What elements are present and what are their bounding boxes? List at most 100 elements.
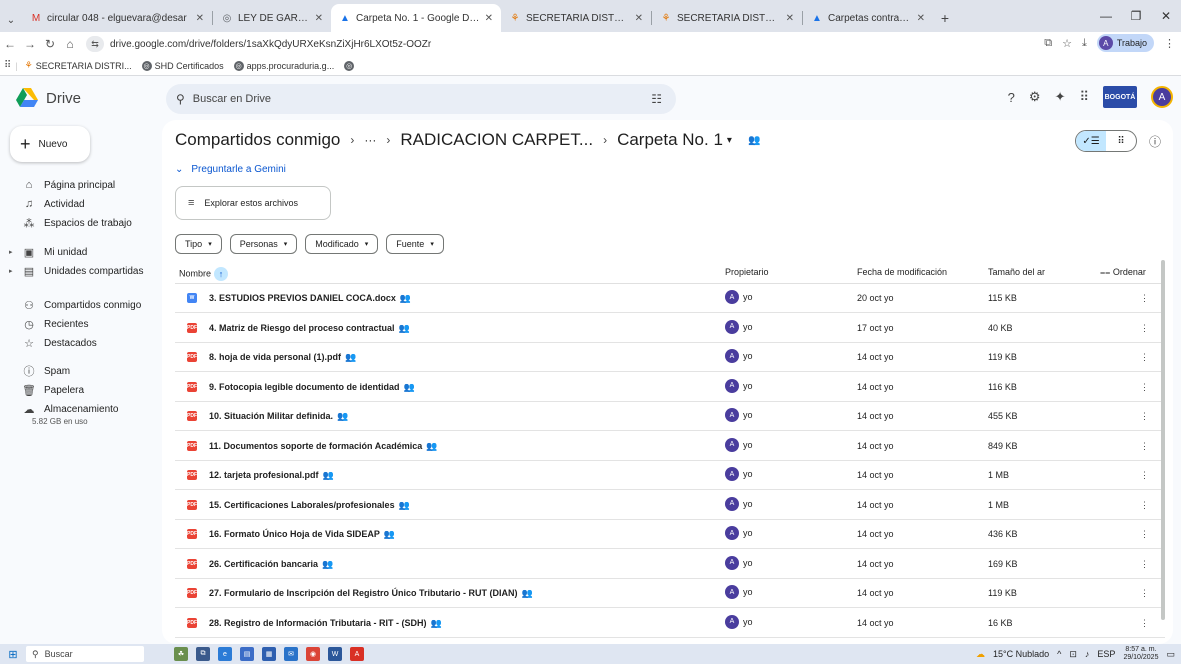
sidebar-item-clock[interactable]: ◷ Recientes (0, 315, 160, 333)
sidebar-item-my-drive[interactable]: ▸ ▣ Mi unidad (0, 243, 160, 261)
expand-caret-icon[interactable]: ▸ (9, 267, 13, 275)
more-actions-icon[interactable]: ⋮ (1140, 352, 1149, 363)
weather-icon[interactable]: ☁ (976, 649, 985, 660)
file-row[interactable]: PDF 28. Registro de Información Tributar… (175, 609, 1165, 638)
close-tab-icon[interactable]: ✕ (315, 13, 323, 24)
file-name[interactable]: 4. Matriz de Riesgo del proceso contract… (209, 323, 410, 334)
more-actions-icon[interactable]: ⋮ (1140, 441, 1149, 452)
file-row[interactable]: PDF 15. Certificaciones Laborales/profes… (175, 491, 1165, 520)
url-text[interactable]: drive.google.com/drive/folders/1saXkQdyU… (110, 39, 431, 50)
drive-search-bar[interactable]: ⚲ Buscar en Drive ☷ (166, 84, 676, 114)
more-actions-icon[interactable]: ⋮ (1140, 618, 1149, 629)
apps-grid-icon[interactable]: ⠿ (4, 60, 11, 71)
sidebar-item-star[interactable]: ☆ Destacados (0, 334, 160, 352)
sidebar-item-trash[interactable]: 🗑 Papelera (0, 381, 160, 399)
browser-tab[interactable]: ⚘ SECRETARIA DISTRITAL DE DESA ✕ (501, 4, 651, 32)
store-icon[interactable]: ▦ (262, 647, 276, 661)
bookmark-star-icon[interactable]: ☆ (1062, 37, 1072, 50)
file-name[interactable]: 16. Formato Único Hoja de Vida SIDEAP 👥 (209, 529, 395, 540)
cast-icon[interactable]: ⧉ (1044, 37, 1052, 50)
browser-tab[interactable]: ◎ LEY DE GARANTIAS ✕ (213, 4, 331, 32)
minimize-icon[interactable]: — (1091, 9, 1121, 23)
sidebar-item-home[interactable]: ⌂ Página principal (0, 176, 160, 194)
more-actions-icon[interactable]: ⋮ (1140, 411, 1149, 422)
file-name[interactable]: 3. ESTUDIOS PREVIOS DANIEL COCA.docx 👥 (209, 293, 411, 304)
gemini-toggle[interactable]: ⌄ Preguntarle a Gemini (175, 164, 286, 175)
close-tab-icon[interactable]: ✕ (786, 13, 794, 24)
sort-button[interactable]: ⩵ Ordenar (1100, 267, 1146, 278)
settings-icon[interactable]: ⚙ (1029, 89, 1041, 105)
mail-icon[interactable]: ✉ (284, 647, 298, 661)
column-name[interactable]: Nombre ↑ (179, 267, 229, 281)
account-avatar[interactable]: A (1151, 86, 1173, 108)
bookmark-shd[interactable]: ◎ SHD Certificados (139, 60, 227, 71)
more-actions-icon[interactable]: ⋮ (1140, 323, 1149, 334)
gemini-icon[interactable]: ✦ (1055, 89, 1066, 105)
chrome-icon[interactable]: ◉ (306, 647, 320, 661)
expand-caret-icon[interactable]: ▸ (9, 248, 13, 256)
info-icon[interactable]: ⓘ (1149, 133, 1161, 150)
file-row[interactable]: PDF 11. Documentos soporte de formación … (175, 432, 1165, 461)
widgets-icon[interactable]: ☘ (174, 647, 188, 661)
file-name[interactable]: 12. tarjeta profesional.pdf 👥 (209, 470, 334, 481)
file-row[interactable]: PDF 12. tarjeta profesional.pdf 👥 Ayo 14 … (175, 461, 1165, 490)
site-info-icon[interactable]: ⇆ (86, 36, 104, 52)
sidebar-item-spam[interactable]: ⓘ Spam (0, 362, 160, 380)
file-row[interactable]: PDF 10. Situación Militar definida. 👥 Ayo… (175, 402, 1165, 431)
url-bar[interactable]: ⇆ drive.google.com/drive/folders/1saXkQd… (86, 34, 676, 54)
file-name[interactable]: 9. Fotocopia legible documento de identi… (209, 382, 415, 393)
tray-chevron-icon[interactable]: ^ (1057, 649, 1061, 659)
taskbar-search[interactable]: ⚲ Buscar (26, 646, 144, 662)
notifications-icon[interactable]: ▭ (1166, 649, 1175, 660)
breadcrumb-ellipsis[interactable]: ··· (364, 133, 376, 147)
file-name[interactable]: 8. hoja de vida personal (1).pdf 👥 (209, 352, 356, 363)
bookmark-procuraduria[interactable]: ◎ apps.procuraduria.g... (231, 60, 338, 71)
reload-icon[interactable]: ↻ (40, 37, 60, 51)
column-size[interactable]: Tamaño del ar (988, 267, 1045, 277)
new-button[interactable]: + Nuevo (10, 126, 90, 162)
weather-text[interactable]: 15°C Nublado (993, 649, 1049, 659)
sidebar-item-workspaces[interactable]: ⁂ Espacios de trabajo (0, 214, 160, 232)
browser-menu-icon[interactable]: ⋮ (1164, 37, 1175, 50)
file-row[interactable]: PDF 9. Fotocopia legible documento de id… (175, 373, 1165, 402)
sidebar-item-shared-drives[interactable]: ▸ ▤ Unidades compartidas (0, 262, 160, 280)
more-actions-icon[interactable]: ⋮ (1140, 500, 1149, 511)
file-explorer-icon[interactable]: ▤ (240, 647, 254, 661)
filter-chip[interactable]: Tipo ▾ (175, 234, 222, 254)
word-icon[interactable]: W (328, 647, 342, 661)
browser-tab[interactable]: ▲ Carpetas contratación 2025 - G ✕ (803, 4, 933, 32)
search-options-icon[interactable]: ☷ (651, 92, 662, 106)
more-actions-icon[interactable]: ⋮ (1140, 529, 1149, 540)
sidebar-item-bell[interactable]: ♫ Actividad (0, 195, 160, 213)
volume-icon[interactable]: ♪ (1085, 649, 1090, 659)
close-window-icon[interactable]: ✕ (1151, 9, 1181, 23)
file-row[interactable]: PDF 16. Formato Único Hoja de Vida SIDEA… (175, 520, 1165, 549)
browser-tab[interactable]: ▲ Carpeta No. 1 - Google Drive ✕ (331, 4, 501, 32)
download-icon[interactable]: ⤓ (1082, 37, 1087, 50)
breadcrumb-middle[interactable]: RADICACION CARPET... (400, 130, 593, 150)
edge-icon[interactable]: e (218, 647, 232, 661)
file-row[interactable]: PDF 8. hoja de vida personal (1).pdf 👥 Ay… (175, 343, 1165, 372)
close-tab-icon[interactable]: ✕ (196, 13, 204, 24)
home-button-icon[interactable]: ⌂ (60, 37, 80, 51)
sidebar-item-people[interactable]: ⚇ Compartidos conmigo (0, 296, 160, 314)
back-icon[interactable]: ← (0, 37, 20, 51)
network-icon[interactable]: ⊡ (1069, 649, 1077, 660)
file-row[interactable]: W 3. ESTUDIOS PREVIOS DANIEL COCA.docx 👥 … (175, 284, 1165, 313)
task-view-icon[interactable]: ⧉ (196, 647, 210, 661)
file-name[interactable]: 11. Documentos soporte de formación Acad… (209, 441, 437, 452)
browser-tab[interactable]: Mcircular 048 - elguevara@desar ✕ (22, 4, 212, 32)
bogota-badge[interactable]: BOGOTÁ (1103, 86, 1137, 108)
bookmark-secretaria[interactable]: ⚘ SECRETARIA DISTRI... (22, 60, 135, 71)
windows-start-icon[interactable]: ⊞ (0, 648, 26, 661)
tab-search-chevron-icon[interactable]: ⌄ (0, 8, 22, 32)
list-view-icon[interactable]: ✓☰ (1076, 131, 1106, 151)
more-actions-icon[interactable]: ⋮ (1140, 293, 1149, 304)
bookmark-extra[interactable]: ◎ (341, 60, 357, 71)
google-apps-icon[interactable]: ⠿ (1079, 89, 1089, 105)
close-tab-icon[interactable]: ✕ (485, 13, 493, 24)
more-actions-icon[interactable]: ⋮ (1140, 559, 1149, 570)
breadcrumb-current[interactable]: Carpeta No. 1 ▾ (617, 130, 732, 150)
forward-icon[interactable]: → (20, 37, 40, 51)
file-name[interactable]: 27. Formulario de Inscripción del Regist… (209, 588, 533, 599)
